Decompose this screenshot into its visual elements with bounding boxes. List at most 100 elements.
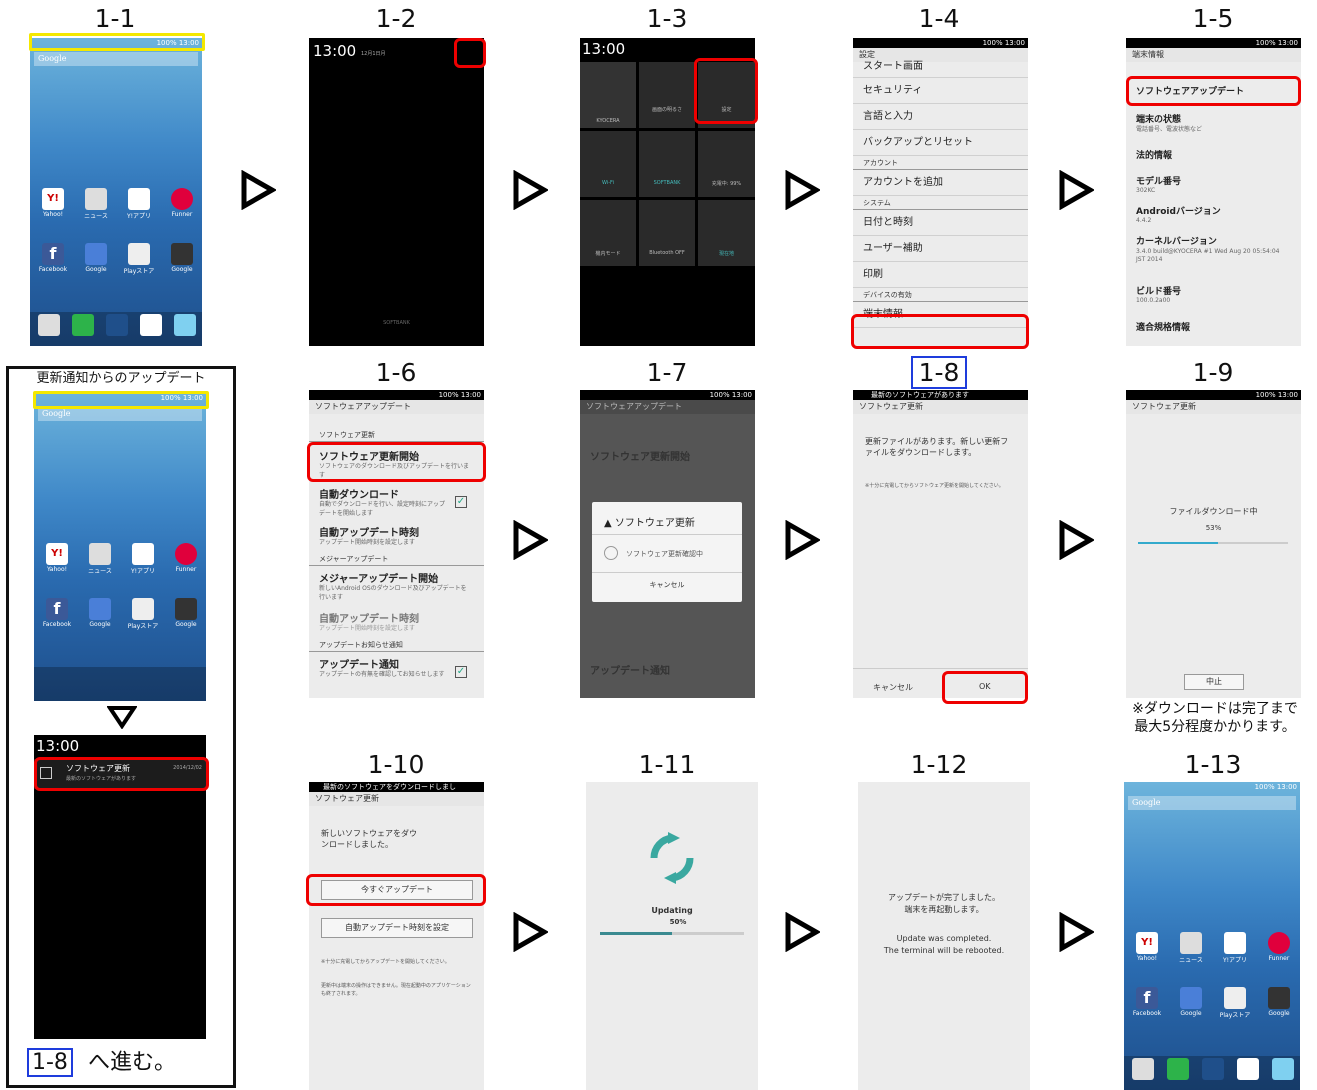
operation-note: 更新中は端末の操作はできません。現在起動中のアプリケーションも終了されます。	[321, 983, 471, 997]
screen-title: ソフトウェア更新	[309, 792, 484, 806]
phone-app-icon[interactable]	[1167, 1058, 1189, 1080]
item-subtitle: アップデートの有無を確認してお知らせします	[319, 671, 445, 678]
app-label: Playストア	[1219, 1012, 1251, 1019]
panel-title: 更新通知からのアップデート	[36, 371, 206, 386]
google-app-icon[interactable]	[89, 598, 111, 620]
battery-tile[interactable]	[698, 131, 755, 197]
funner-app-icon[interactable]	[175, 543, 197, 565]
charge-note: ※十分に充電してからアップデートを開始してください。	[321, 959, 450, 965]
goto-text: へ進む。	[87, 1050, 176, 1075]
about-phone-highlight[interactable]	[851, 314, 1029, 349]
mail-app-icon[interactable]	[1237, 1058, 1259, 1080]
news-app-icon[interactable]	[89, 543, 111, 565]
add-account-item[interactable]: アカウントを追加	[853, 170, 1028, 196]
funner-app-icon[interactable]	[1268, 932, 1290, 954]
google-search-bar[interactable]: Google	[34, 52, 198, 66]
auto-download-checkbox[interactable]: ✓	[455, 496, 467, 508]
funner-app-icon[interactable]	[171, 188, 193, 210]
clock: 13:00	[36, 737, 80, 755]
news-app-icon[interactable]	[1180, 932, 1202, 954]
network-tile[interactable]	[639, 131, 695, 197]
camera-app-icon[interactable]	[1132, 1058, 1154, 1080]
google-search-bar[interactable]: Google	[1128, 796, 1296, 810]
app-label: Facebook	[38, 266, 68, 273]
software-update-highlight[interactable]	[1126, 76, 1301, 106]
about-item[interactable]: 適合規格情報	[1136, 320, 1190, 333]
browser-app-icon[interactable]	[174, 314, 196, 336]
app-label: Google	[175, 621, 197, 628]
mail-app-icon[interactable]	[140, 314, 162, 336]
play-store-icon[interactable]	[128, 243, 150, 265]
ok-button-highlight[interactable]	[942, 671, 1028, 704]
next-arrow-icon	[784, 169, 822, 211]
cancel-button[interactable]: キャンセル	[873, 682, 913, 693]
app-label: Google	[89, 621, 111, 628]
google-search-bar[interactable]: Google	[38, 407, 202, 421]
notify-checkbox[interactable]: ✓	[455, 666, 467, 678]
next-arrow-icon	[512, 911, 550, 953]
google-folder-icon[interactable]	[1268, 987, 1290, 1009]
next-arrow-icon	[512, 169, 550, 211]
stop-button[interactable]: 中止	[1184, 674, 1244, 690]
settings-tile-highlight[interactable]	[694, 58, 758, 124]
screen-title: ソフトウェアアップデート	[309, 400, 484, 414]
yahoo-app-icon[interactable]: Y!	[42, 188, 64, 210]
update-now-highlight[interactable]	[306, 874, 486, 906]
yapp-icon[interactable]	[128, 188, 150, 210]
tile-label: 画面の明るさ	[651, 107, 682, 113]
dimmed-item: アップデート通知	[590, 666, 670, 677]
update-message: 更新ファイルがあります。新しい更新ファイルをダウンロードします。	[865, 437, 1009, 457]
news-app-icon[interactable]	[85, 188, 107, 210]
download-note: ※ダウンロードは完了まで 最大5分程度かかります。	[1132, 701, 1298, 735]
google-folder-icon[interactable]	[175, 598, 197, 620]
app-drawer-icon[interactable]	[106, 314, 128, 336]
settings-item[interactable]: セキュリティ	[853, 78, 1028, 104]
software-update-screen: 100% 13:00 ソフトウェアアップデート ソフトウェア更新 ソフトウェア更…	[309, 390, 484, 698]
about-item[interactable]: 法的情報	[1136, 148, 1172, 161]
about-item-sub: 4.4.2	[1136, 217, 1152, 224]
settings-item[interactable]: 日付と時刻	[853, 210, 1028, 236]
settings-item[interactable]: バックアップとリセット	[853, 130, 1028, 156]
settings-item[interactable]: ユーザー補助	[853, 236, 1028, 262]
google-app-icon[interactable]	[1180, 987, 1202, 1009]
step-label: 1-2	[375, 4, 417, 33]
download-complete-screen: 最新のソフトウェアをダウンロードしまし ソフトウェア更新 新しいソフトウェアをダ…	[309, 782, 484, 1090]
complete-en-2: The terminal will be rebooted.	[883, 946, 1005, 955]
yapp-icon[interactable]	[132, 543, 154, 565]
settings-item[interactable]: スタート画面	[853, 60, 1028, 78]
wifi-tile[interactable]	[580, 131, 636, 197]
next-arrow-icon	[512, 519, 550, 561]
home-screen: 100% 13:00 Google Y! Yahoo! ニュース Y!アプリ F…	[1124, 782, 1300, 1090]
app-drawer-icon[interactable]	[1202, 1058, 1224, 1080]
camera-app-icon[interactable]	[38, 314, 60, 336]
item-subtitle: アップデート開始時刻を設定します	[319, 625, 416, 632]
app-label: Funner	[175, 566, 197, 573]
yapp-icon[interactable]	[1224, 932, 1246, 954]
play-store-icon[interactable]	[1224, 987, 1246, 1009]
phone-app-icon[interactable]	[72, 314, 94, 336]
yahoo-app-icon[interactable]: Y!	[46, 543, 68, 565]
facebook-app-icon[interactable]: f	[1136, 987, 1158, 1009]
updating-percent: 50%	[669, 918, 687, 926]
browser-app-icon[interactable]	[1272, 1058, 1294, 1080]
set-update-time-button[interactable]: 自動アップデート時刻を設定	[321, 918, 473, 938]
settings-item[interactable]: 言語と入力	[853, 104, 1028, 130]
cancel-button[interactable]: キャンセル	[592, 580, 742, 590]
down-arrow-icon	[106, 705, 138, 730]
yahoo-app-icon[interactable]: Y!	[1136, 932, 1158, 954]
notification-highlight[interactable]	[34, 757, 209, 791]
settings-item[interactable]: 印刷	[853, 262, 1028, 288]
app-label: Funner	[1268, 955, 1290, 962]
google-folder-icon[interactable]	[171, 243, 193, 265]
home-screen: 100% 13:00 Google Y! Yahoo! ニュース Y!アプリ F…	[34, 393, 206, 701]
google-app-icon[interactable]	[85, 243, 107, 265]
facebook-app-icon[interactable]: f	[42, 243, 64, 265]
app-label: Facebook	[1132, 1010, 1162, 1017]
about-item: Androidバージョン	[1136, 207, 1221, 217]
start-update-highlight[interactable]	[307, 442, 486, 482]
play-store-icon[interactable]	[132, 598, 154, 620]
brightness-tile[interactable]	[639, 62, 695, 128]
quick-settings-toggle-highlight[interactable]	[454, 38, 486, 68]
facebook-app-icon[interactable]: f	[46, 598, 68, 620]
bluetooth-tile[interactable]	[639, 200, 695, 266]
